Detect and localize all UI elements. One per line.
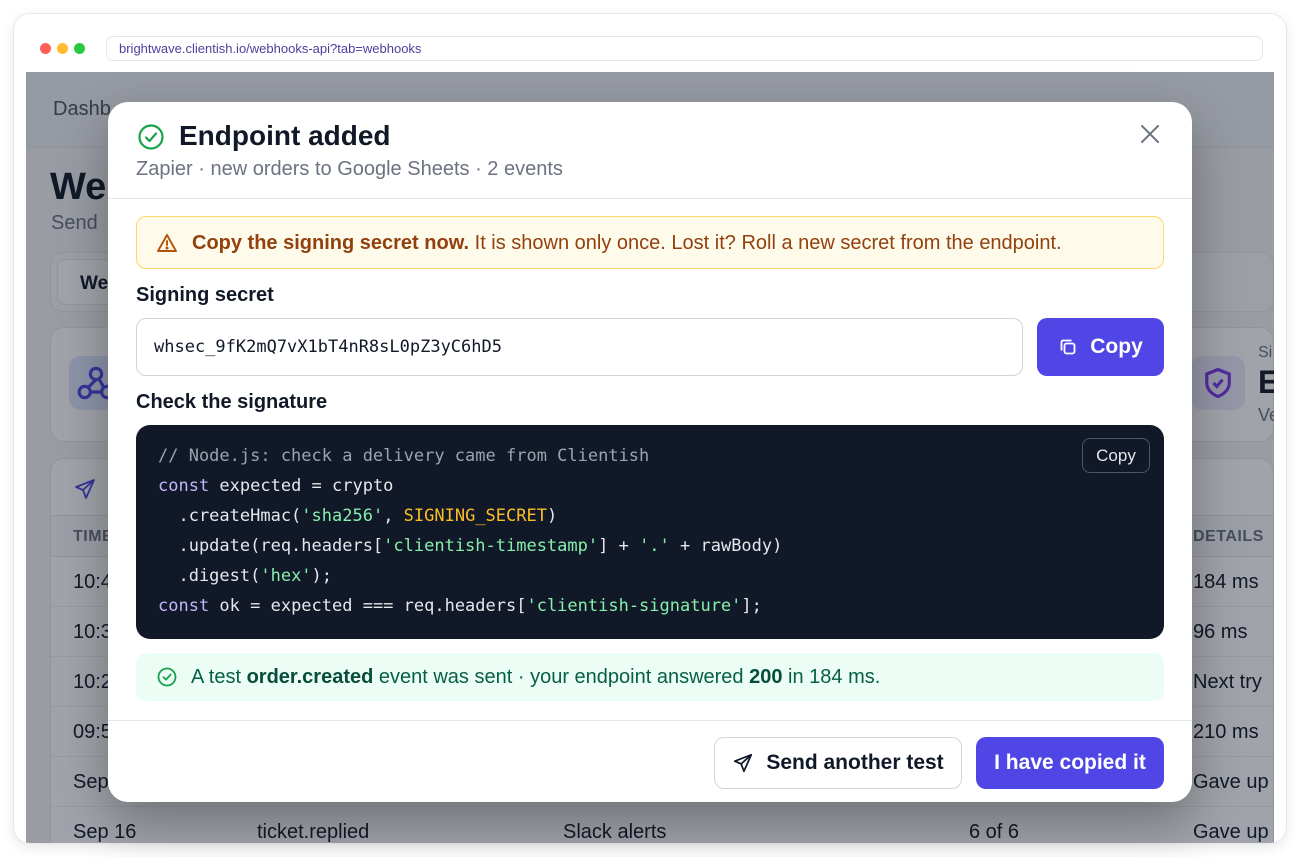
- warning-bold: Copy the signing secret now.: [192, 232, 470, 254]
- window-controls: [40, 43, 85, 54]
- maximize-window-dot[interactable]: [74, 43, 85, 54]
- browser-chrome: brightwave.clientish.io/webhooks-api?tab…: [14, 14, 1286, 72]
- close-icon[interactable]: [1137, 121, 1163, 147]
- address-bar[interactable]: brightwave.clientish.io/webhooks-api?tab…: [106, 36, 1263, 61]
- warning-detail: It is shown only once. Lost it? Roll a n…: [469, 232, 1062, 254]
- copy-code-button[interactable]: Copy: [1082, 438, 1150, 473]
- minimize-window-dot[interactable]: [57, 43, 68, 54]
- dialog-title: Endpoint added: [179, 120, 391, 151]
- send-icon: [734, 753, 753, 773]
- secret-field[interactable]: [136, 318, 1023, 376]
- code-line: const ok = expected === req.headers['cli…: [158, 596, 762, 616]
- test-success-banner: A test order.created event was sent · yo…: [136, 653, 1164, 701]
- code-line: .update(req.headers['clientish-timestamp…: [158, 536, 783, 556]
- close-window-dot[interactable]: [40, 43, 51, 54]
- dialog-footer: Send another test I have copied it: [108, 720, 1192, 802]
- i-have-copied-it-button[interactable]: I have copied it: [976, 737, 1164, 789]
- warning-text: Copy the signing secret now. It is shown…: [192, 232, 1062, 255]
- check-circle-icon: [156, 666, 178, 688]
- code-line: .digest('hex');: [158, 566, 333, 586]
- dialog-subtitle: Zapier · new orders to Google Sheets · 2…: [136, 158, 563, 180]
- check-circle-icon: [137, 123, 165, 151]
- copy-secret-button[interactable]: Copy: [1037, 318, 1164, 376]
- code-line: .createHmac('sha256', SIGNING_SECRET): [158, 506, 558, 526]
- send-another-test-label: Send another test: [766, 751, 944, 774]
- code-line: // Node.js: check a delivery came from C…: [158, 446, 650, 466]
- code-block: Copy // Node.js: check a delivery came f…: [136, 425, 1164, 639]
- success-text: A test order.created event was sent · yo…: [191, 666, 881, 688]
- secret-label: Signing secret: [136, 284, 274, 306]
- endpoint-added-dialog: Endpoint added Zapier · new orders to Go…: [108, 102, 1192, 802]
- send-another-test-button[interactable]: Send another test: [714, 737, 962, 789]
- dialog-header: Endpoint added Zapier · new orders to Go…: [108, 102, 1192, 199]
- warning-icon: [156, 232, 178, 254]
- status-code: 200: [749, 666, 783, 688]
- copy-icon: [1060, 339, 1076, 355]
- copy-secret-label: Copy: [1090, 335, 1143, 358]
- event-name: order.created: [246, 666, 374, 688]
- signature-label: Check the signature: [136, 391, 328, 413]
- warning-banner: Copy the signing secret now. It is shown…: [136, 216, 1164, 269]
- code-line: const expected = crypto: [158, 476, 394, 496]
